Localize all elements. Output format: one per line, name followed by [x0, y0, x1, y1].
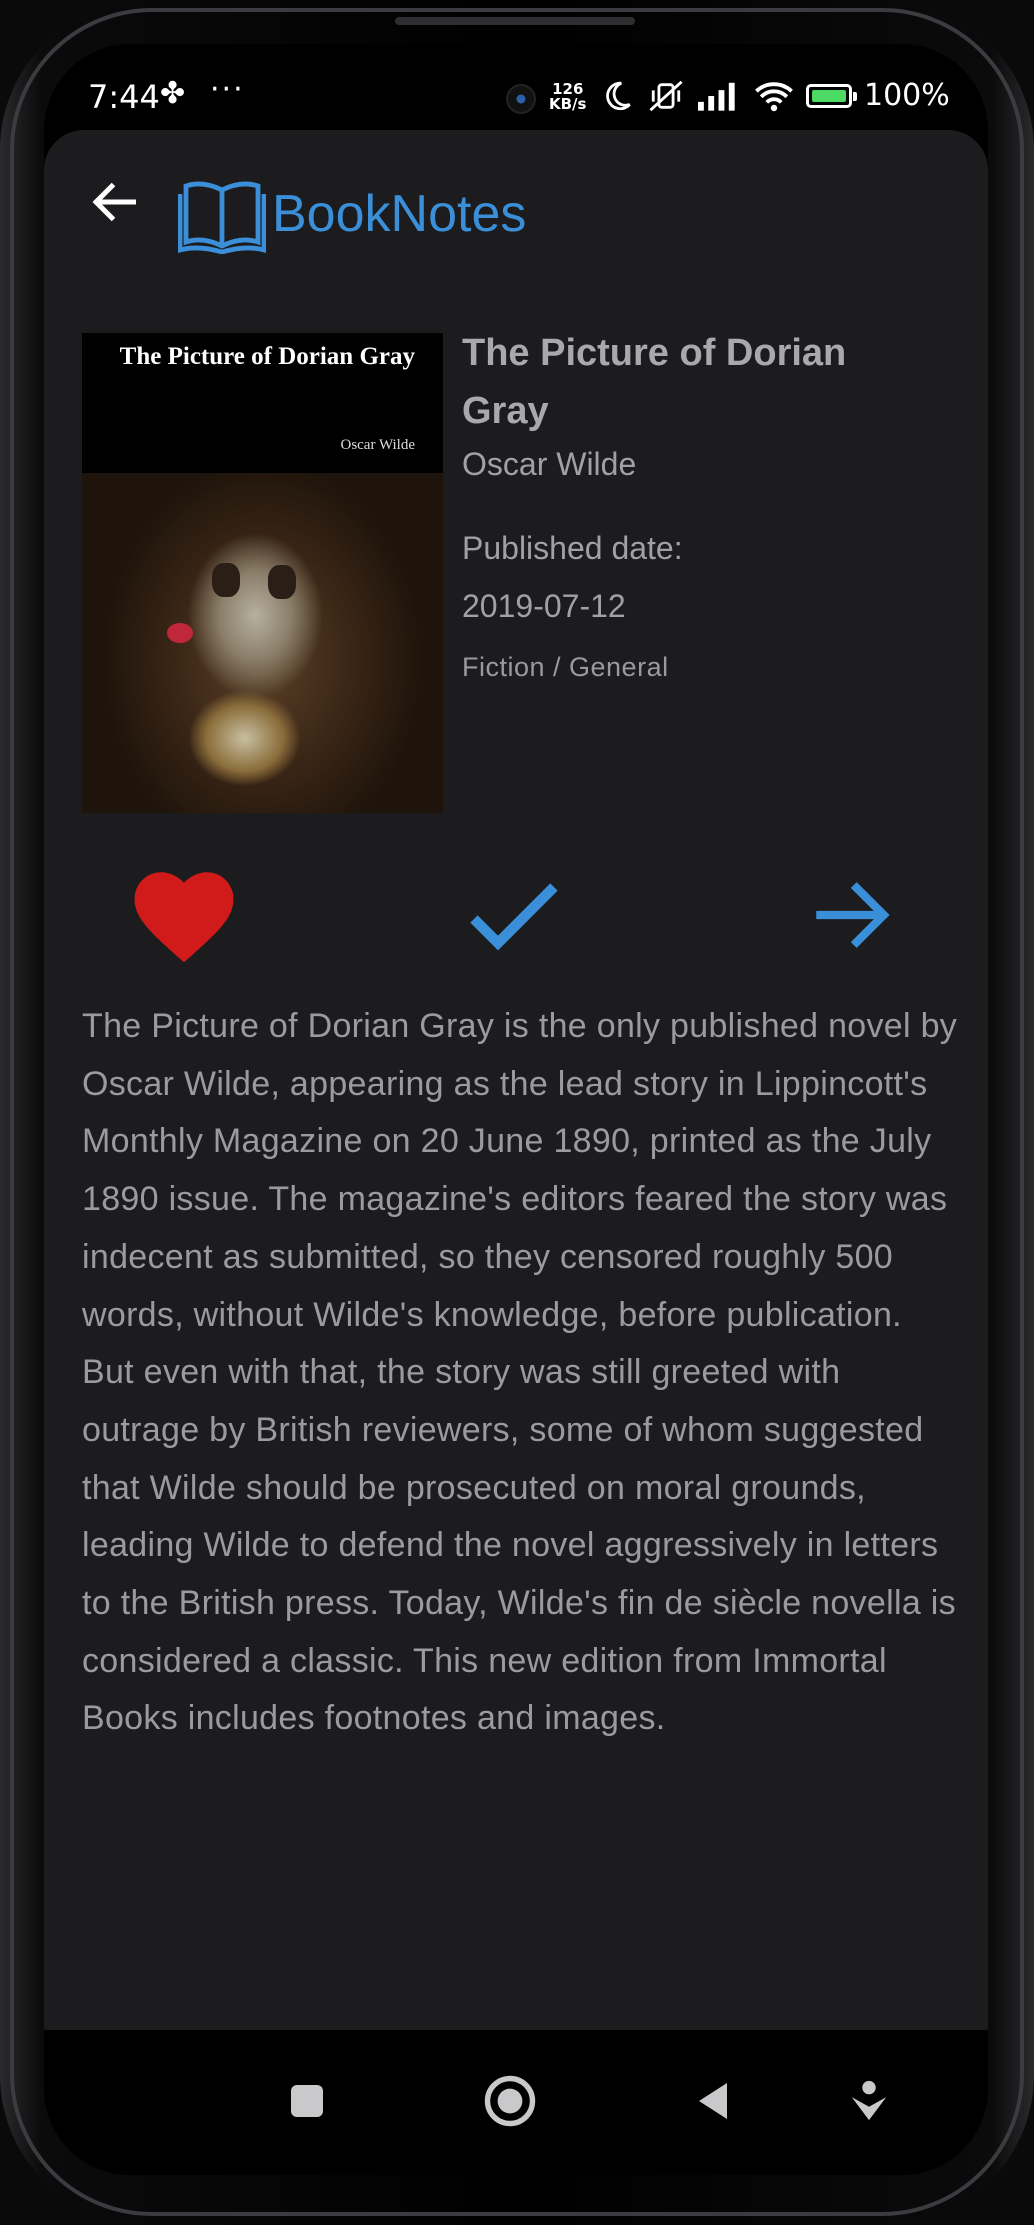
status-bar: 7:44 ✤ ··· 126 KB/s 100% [44, 44, 988, 130]
book-title: The Picture of Dorian Gray [462, 332, 847, 432]
app-logo: BookNotes [178, 174, 526, 254]
circle-home-icon [484, 2075, 536, 2127]
book-cover-image: The Picture of Dorian Gray Oscar Wilde [82, 333, 443, 813]
book-description: The Picture of Dorian Gray is the only p… [82, 1007, 958, 1738]
heart-icon [134, 872, 234, 963]
system-navigation-bar [44, 2030, 988, 2175]
phone-frame: 7:44 ✤ ··· 126 KB/s 100% BookNotes The P… [0, 0, 1034, 2225]
accessibility-button[interactable] [834, 2066, 904, 2136]
accessibility-icon [851, 2080, 887, 2121]
next-button[interactable] [790, 855, 910, 975]
status-icons: 100% [600, 78, 950, 113]
moon-icon [606, 81, 631, 110]
nav-back-button[interactable] [678, 2066, 748, 2136]
app-title: BookNotes [272, 185, 527, 243]
cover-illustration [82, 473, 443, 813]
book-detail-screen: BookNotes The Picture of Dorian Gray Osc… [44, 130, 988, 2030]
status-time: 7:44 [88, 78, 160, 116]
wifi-icon [755, 81, 793, 111]
back-button[interactable] [86, 172, 146, 232]
published-date-label: Published date: [462, 530, 683, 566]
vibrate-off-icon [649, 80, 683, 111]
earpiece-speaker [395, 17, 635, 25]
published-date-value: 2019-07-12 [462, 588, 626, 624]
home-button[interactable] [475, 2066, 545, 2136]
cover-title-text: The Picture of Dorian Gray [119, 343, 415, 370]
more-notifications-icon: ··· [210, 72, 245, 107]
mark-read-button[interactable] [454, 855, 574, 975]
book-category: Fiction / General [462, 652, 669, 682]
signal-icon [698, 82, 735, 111]
front-camera [506, 84, 536, 114]
recents-button[interactable] [272, 2066, 342, 2136]
battery-icon [806, 83, 857, 108]
arrow-right-icon [816, 882, 890, 948]
screen: 7:44 ✤ ··· 126 KB/s 100% BookNotes The P… [44, 44, 988, 2175]
square-icon [291, 2085, 323, 2117]
check-icon [470, 883, 558, 951]
arrow-left-icon [92, 182, 136, 222]
fan-icon: ✤ [160, 76, 186, 111]
favorite-button[interactable] [124, 855, 244, 975]
cover-author-text: Oscar Wilde [340, 437, 415, 453]
network-speed: 126 KB/s [549, 82, 586, 112]
triangle-back-icon [699, 2083, 727, 2119]
book-open-icon [178, 181, 266, 254]
network-speed-unit: KB/s [549, 95, 587, 113]
book-author: Oscar Wilde [462, 446, 637, 482]
battery-percent: 100% [864, 78, 950, 113]
